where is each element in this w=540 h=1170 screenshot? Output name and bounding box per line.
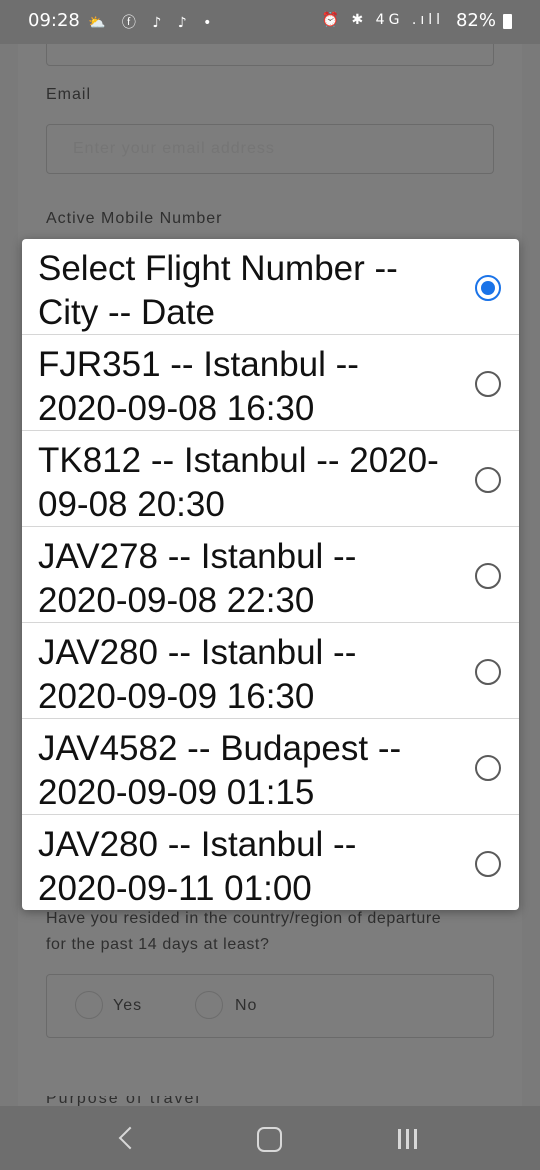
radio-unchecked-icon[interactable] [475,851,501,877]
no-label: No [235,997,258,1014]
no-radio[interactable] [195,991,223,1019]
chevron-left-icon[interactable] [106,1120,146,1156]
clock: 09:28 [28,10,80,31]
flight-option[interactable]: JAV4582 -- Budapest -- 2020-09-09 01:15 [22,719,519,815]
radio-unchecked-icon[interactable] [475,755,501,781]
purpose-label: Purpose of travel [46,1096,201,1106]
system-status-icons: ⏰ ✱ 4G .ıll [321,12,444,28]
flight-option-label: JAV280 -- Istanbul -- 2020-09-11 01:00 [38,825,357,908]
flight-select-dialog: Select Flight Number -- City -- Date FJR… [22,239,519,910]
yes-label: Yes [113,997,143,1014]
residence-radio-group: Yes No [46,974,494,1038]
radio-unchecked-icon[interactable] [475,563,501,589]
flight-option-label: JAV280 -- Istanbul -- 2020-09-09 16:30 [38,633,357,716]
flight-option-label: JAV278 -- Istanbul -- 2020-09-08 22:30 [38,537,357,620]
residence-question: Have you resided in the country/region o… [46,910,442,953]
email-field[interactable] [46,124,494,174]
flight-option[interactable]: JAV280 -- Istanbul -- 2020-09-09 16:30 [22,623,519,719]
flight-option[interactable]: TK812 -- Istanbul -- 2020-09-08 20:30 [22,431,519,527]
notification-icons: ⛅ ⓕ ♪ ♪ • [88,15,218,31]
flight-option-label: TK812 -- Istanbul -- 2020-09-08 20:30 [38,441,439,524]
flight-option[interactable]: JAV280 -- Istanbul -- 2020-09-11 01:00 [22,815,519,910]
radio-unchecked-icon[interactable] [475,659,501,685]
radio-unchecked-icon[interactable] [475,467,501,493]
flight-option-label: Select Flight Number -- City -- Date [38,249,398,332]
flight-option[interactable]: FJR351 -- Istanbul -- 2020-09-08 16:30 [22,335,519,431]
navigation-bar [0,1106,540,1170]
mobile-label: Active Mobile Number [46,210,223,227]
yes-radio[interactable] [75,991,103,1019]
home-icon[interactable] [248,1120,288,1156]
battery-level: 82% [455,10,496,31]
radio-checked-icon[interactable] [475,275,501,301]
flight-option-label: JAV4582 -- Budapest -- 2020-09-09 01:15 [38,729,402,812]
email-label: Email [46,86,92,103]
battery-icon [503,14,512,29]
radio-unchecked-icon[interactable] [475,371,501,397]
flight-option-label: FJR351 -- Istanbul -- 2020-09-08 16:30 [38,345,359,428]
recents-icon[interactable] [388,1120,428,1156]
status-bar: 09:28 ⛅ ⓕ ♪ ♪ • ⏰ ✱ 4G .ıll 82% [0,0,540,44]
flight-option[interactable]: JAV278 -- Istanbul -- 2020-09-08 22:30 [22,527,519,623]
flight-option[interactable]: Select Flight Number -- City -- Date [22,239,519,335]
previous-field[interactable] [46,44,494,66]
